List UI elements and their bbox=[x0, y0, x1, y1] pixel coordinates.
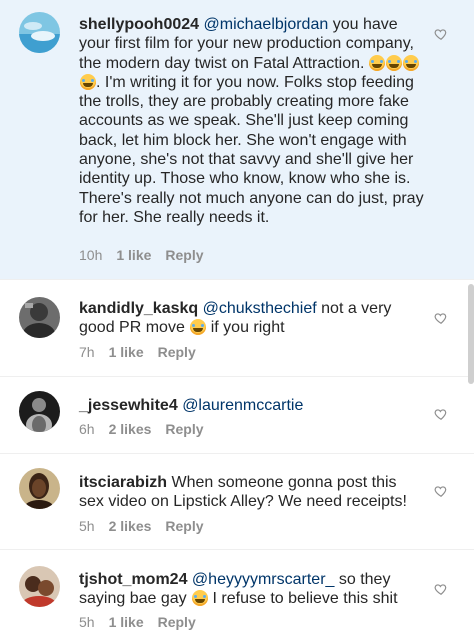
avatar[interactable] bbox=[19, 297, 60, 338]
reply-button[interactable]: Reply bbox=[165, 247, 203, 263]
avatar[interactable] bbox=[19, 12, 60, 53]
comment-text: itsciarabizh When someone gonna post thi… bbox=[79, 473, 424, 512]
heart-outline-icon[interactable] bbox=[434, 27, 448, 41]
comment-body-continued: . I'm writing it for you now. Folks stop… bbox=[79, 73, 424, 226]
comment-meta: 10h 1 like Reply bbox=[79, 247, 204, 263]
comment-mention[interactable]: @michaelbjordan bbox=[204, 16, 329, 33]
comment-item: kandidly_kaskq @chuksthechief not a very… bbox=[0, 280, 474, 377]
heart-outline-icon[interactable] bbox=[434, 484, 448, 498]
comment-meta: 7h 1 like Reply bbox=[79, 344, 196, 360]
comment-mention[interactable]: @heyyyymrscarter_ bbox=[192, 571, 335, 588]
comment-username[interactable]: _jessewhite4 bbox=[79, 397, 178, 414]
laughing-emoji-icon bbox=[386, 54, 403, 71]
comment-username[interactable]: itsciarabizh bbox=[79, 474, 167, 491]
comment-username[interactable]: shellypooh0024 bbox=[79, 16, 199, 33]
heart-outline-icon[interactable] bbox=[434, 582, 448, 596]
comment-text: _jessewhite4 @laurenmccartie bbox=[79, 396, 424, 415]
reply-button[interactable]: Reply bbox=[158, 614, 196, 630]
comment-meta: 5h 1 like Reply bbox=[79, 614, 196, 630]
comment-item: shellypooh0024 @michaelbjordan you have … bbox=[0, 0, 474, 280]
comment-username[interactable]: kandidly_kaskq bbox=[79, 300, 198, 317]
comment-meta: 6h 2 likes Reply bbox=[79, 421, 204, 437]
comment-item: tjshot_mom24 @heyyyymrscarter_ so they s… bbox=[0, 550, 474, 640]
comment-mention[interactable]: @chuksthechief bbox=[203, 300, 317, 317]
avatar[interactable] bbox=[19, 566, 60, 607]
comment-likes[interactable]: 2 likes bbox=[109, 421, 152, 437]
laughing-emoji-icon bbox=[403, 54, 420, 71]
comment-meta: 5h 2 likes Reply bbox=[79, 518, 204, 534]
comment-text: shellypooh0024 @michaelbjordan you have … bbox=[79, 15, 424, 227]
comment-item: itsciarabizh When someone gonna post thi… bbox=[0, 454, 474, 550]
comment-text: tjshot_mom24 @heyyyymrscarter_ so they s… bbox=[79, 570, 424, 609]
comment-body-continued: I refuse to believe this shit bbox=[208, 590, 398, 608]
comment-body-continued: if you right bbox=[206, 319, 285, 337]
comment-likes[interactable]: 1 like bbox=[109, 344, 144, 360]
comment-time: 10h bbox=[79, 247, 103, 263]
comment-time: 6h bbox=[79, 421, 95, 437]
reply-button[interactable]: Reply bbox=[158, 344, 196, 360]
laughing-emoji-icon bbox=[191, 590, 208, 607]
comment-username[interactable]: tjshot_mom24 bbox=[79, 571, 187, 588]
reply-button[interactable]: Reply bbox=[165, 518, 203, 534]
reply-button[interactable]: Reply bbox=[165, 421, 203, 437]
laughing-emoji-icon bbox=[369, 54, 386, 71]
comment-likes[interactable]: 1 like bbox=[109, 614, 144, 630]
comment-likes[interactable]: 2 likes bbox=[109, 518, 152, 534]
comment-item: _jessewhite4 @laurenmccartie 6h 2 likes … bbox=[0, 377, 474, 454]
comment-time: 5h bbox=[79, 518, 95, 534]
comment-text: kandidly_kaskq @chuksthechief not a very… bbox=[79, 299, 424, 338]
scrollbar[interactable] bbox=[468, 284, 474, 384]
heart-outline-icon[interactable] bbox=[434, 407, 448, 421]
laughing-emoji-icon bbox=[79, 73, 96, 90]
comment-mention[interactable]: @laurenmccartie bbox=[182, 397, 303, 414]
avatar[interactable] bbox=[19, 468, 60, 509]
comment-time: 5h bbox=[79, 614, 95, 630]
laughing-emoji-icon bbox=[189, 319, 206, 336]
avatar[interactable] bbox=[19, 391, 60, 432]
heart-outline-icon[interactable] bbox=[434, 311, 448, 325]
comment-time: 7h bbox=[79, 344, 95, 360]
comment-likes[interactable]: 1 like bbox=[116, 247, 151, 263]
